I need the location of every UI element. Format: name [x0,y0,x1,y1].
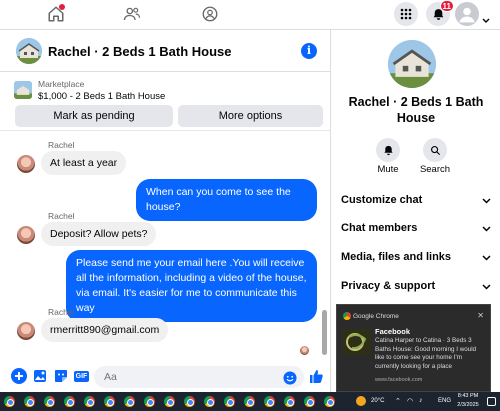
mute-label: Mute [377,164,399,175]
info-panel-title: Rachel · 2 Beds 1 Bath House [348,95,484,125]
marketplace-label: Marketplace [38,79,85,89]
row-label: Privacy & support [341,280,436,292]
message-bubble-outgoing: When can you come to see the house? [136,179,317,221]
weather-temperature[interactable]: 20°C [371,398,384,404]
listing-price-title[interactable]: $1,000 - 2 Beds 1 Bath House [38,91,165,102]
scrollbar-thumb[interactable] [322,310,327,355]
tray-chevron-up-icon[interactable]: ⌃ [395,397,401,405]
taskbar-chrome-icon[interactable] [164,396,175,407]
taskbar-chrome-icon[interactable] [44,396,55,407]
composer: GIF [0,363,330,392]
message-sender: Rachel [48,140,75,150]
plus-icon[interactable] [11,368,27,384]
home-icon[interactable] [44,3,68,25]
taskbar-chrome-icon[interactable] [24,396,35,407]
sticker-icon[interactable] [53,368,69,384]
chevron-down-icon [482,223,491,235]
mark-as-pending-button[interactable]: Mark as pending [15,105,173,127]
messenger-window: 11 Rachel · 2 Beds 1 Bath House i Market… [0,0,500,411]
row-label: Chat members [341,222,418,234]
chevron-down-icon [482,252,491,264]
message-bubble-incoming: At least a year [41,151,127,175]
message-sender: Rachel [48,307,75,317]
toast-image [343,329,371,355]
toast-app-name: Google Chrome [353,313,399,320]
avatar[interactable] [17,155,35,173]
taskbar-chrome-icon[interactable] [284,396,295,407]
message-bubble-outgoing: Please send me your email here .You will… [66,250,317,322]
taskbar: 20°C ⌃ ◠ ♪ ENG 8:43 PM 2/3/2025 [0,392,500,411]
chat-panel: Rachel · 2 Beds 1 Bath House i Marketpla… [0,30,330,392]
toast-body: Catina Harper to Catina · 3 Beds 3 Baths… [375,337,477,370]
weather-sun-icon[interactable] [356,396,366,406]
mute-bell-icon[interactable] [376,138,400,162]
listing-thumbnail[interactable] [16,38,42,64]
menu-grid-icon[interactable] [394,2,418,26]
gallery-icon[interactable] [32,368,48,384]
like-thumb-icon[interactable] [308,368,324,384]
taskbar-time[interactable]: 8:43 PM [456,393,480,399]
account-avatar[interactable] [455,2,479,26]
taskbar-date[interactable]: 2/3/2025 [454,402,482,408]
listing-small-thumbnail[interactable] [14,81,32,99]
emoji-icon[interactable] [283,371,297,385]
toast-link: www.facebook.com [375,377,423,383]
message-bubble-incoming: Deposit? Allow pets? [41,222,157,246]
notification-center-icon[interactable] [487,397,496,406]
message-bubble-incoming: rmerritt890@gmail.com [41,318,169,342]
language-indicator[interactable]: ENG [438,398,451,404]
taskbar-chrome-icon[interactable] [244,396,255,407]
taskbar-chrome-icon[interactable] [184,396,195,407]
search-icon[interactable] [423,138,447,162]
toast-title: Facebook [375,327,411,336]
chevron-down-icon[interactable] [482,11,490,29]
message-input[interactable] [94,366,304,388]
taskbar-chrome-icon[interactable] [224,396,235,407]
gif-icon[interactable]: GIF [74,371,89,382]
taskbar-chrome-icon[interactable] [204,396,215,407]
scrollbar[interactable] [321,170,328,370]
chat-header: Rachel · 2 Beds 1 Bath House i [0,30,330,72]
taskbar-chrome-icon[interactable] [104,396,115,407]
taskbar-chrome-icon[interactable] [264,396,275,407]
top-nav: 11 [0,0,500,30]
groups-icon[interactable] [198,3,222,25]
chevron-down-icon [482,195,491,207]
friends-icon[interactable] [120,3,144,25]
avatar[interactable] [17,226,35,244]
close-icon[interactable]: ✕ [477,311,484,320]
taskbar-chrome-icon[interactable] [124,396,135,407]
media-files-links-row[interactable]: Media, files and links [341,248,491,268]
wifi-icon[interactable]: ◠ [407,397,413,405]
row-label: Customize chat [341,194,423,206]
chrome-icon [343,312,351,320]
notifications-bell-icon[interactable]: 11 [426,0,454,26]
taskbar-chrome-icon[interactable] [84,396,95,407]
search-label: Search [419,164,451,175]
message-list: Rachel At least a year When can you come… [0,130,330,370]
privacy-support-row[interactable]: Privacy & support [341,277,491,297]
taskbar-chrome-icon[interactable] [304,396,315,407]
volume-icon[interactable]: ♪ [419,397,423,404]
customize-chat-row[interactable]: Customize chat [341,191,491,211]
chat-members-row[interactable]: Chat members [341,219,491,239]
listing-profile-image[interactable] [388,40,436,88]
taskbar-chrome-icon[interactable] [4,396,15,407]
info-icon[interactable]: i [301,43,317,59]
taskbar-chrome-icon[interactable] [324,396,335,407]
message-sender: Rachel [48,211,75,221]
chevron-down-icon [482,281,491,293]
chrome-notification-toast[interactable]: Google Chrome ✕ Facebook Catina Harper t… [336,304,491,392]
more-options-button[interactable]: More options [178,105,323,127]
chat-title[interactable]: Rachel · 2 Beds 1 Bath House [48,44,232,59]
seen-receipt-avatar [300,346,309,355]
taskbar-chrome-icon[interactable] [64,396,75,407]
taskbar-chrome-icon[interactable] [144,396,155,407]
avatar[interactable] [17,322,35,340]
notification-badge: 11 [439,0,454,12]
row-label: Media, files and links [341,251,452,263]
